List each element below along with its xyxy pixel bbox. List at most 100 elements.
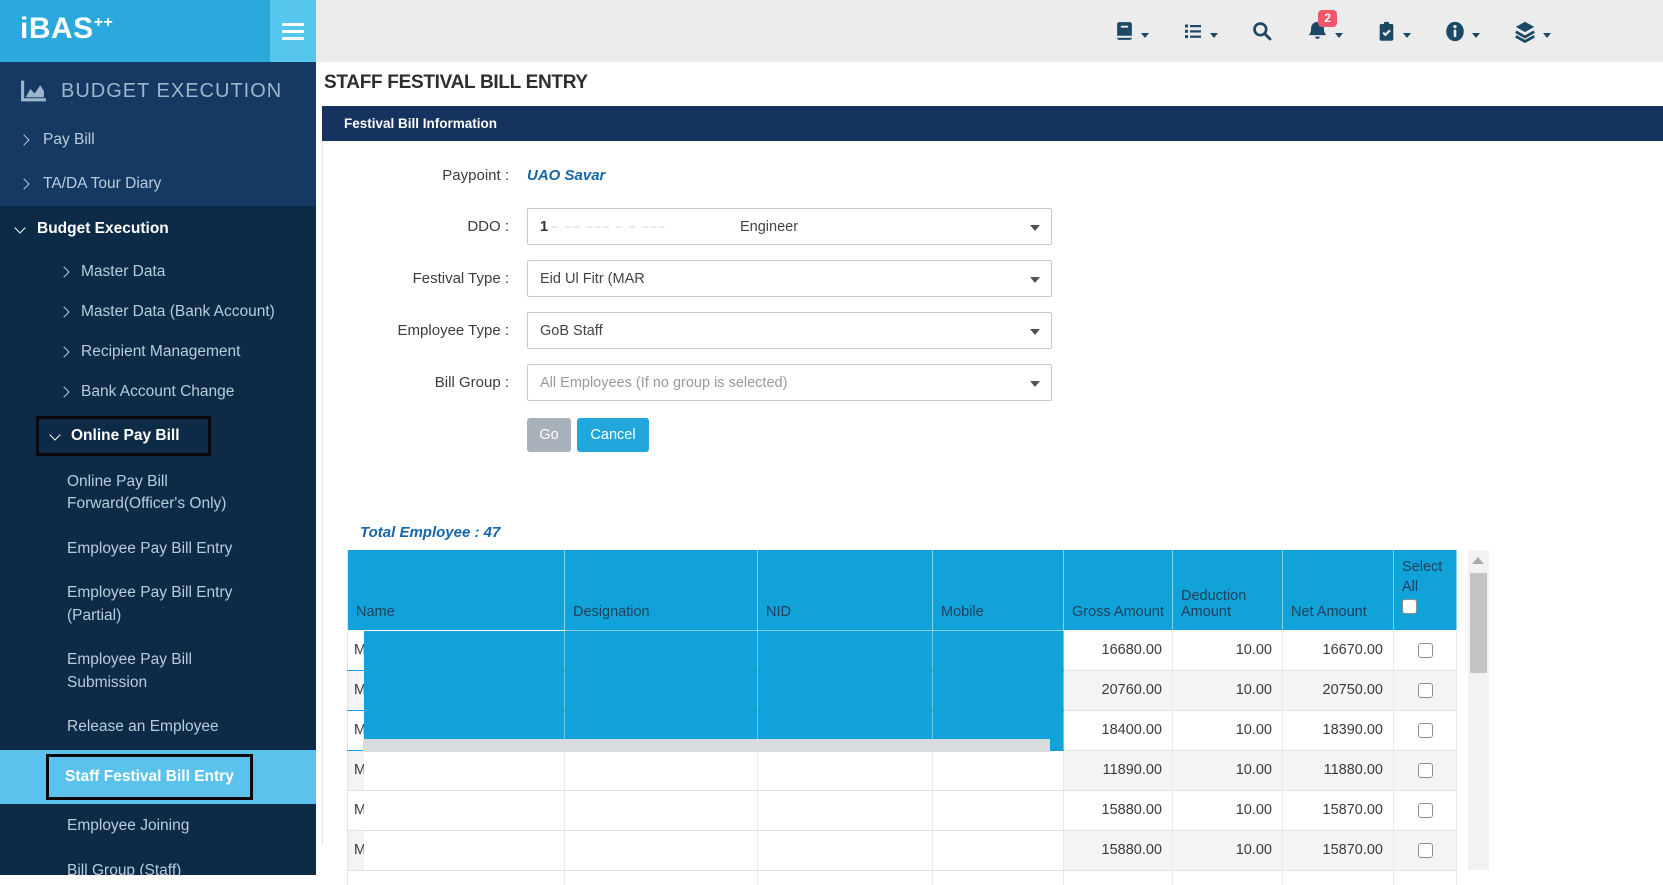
total-employee-label: Total Employee : 47 <box>360 524 500 541</box>
deduction-amount-cell: 10.00 <box>1173 830 1283 870</box>
redacted-cell <box>758 790 933 830</box>
chevron-down-icon <box>1030 381 1040 387</box>
scrollbar-thumb[interactable] <box>1470 573 1487 673</box>
row-select-checkbox[interactable] <box>1418 843 1433 858</box>
table-row: Mo 15880.00 10.00 15870.00 <box>348 790 1457 830</box>
table-scrollbar[interactable] <box>1468 550 1489 870</box>
paypoint-link[interactable]: UAO Savar <box>527 167 605 184</box>
panel-header: Festival Bill Information <box>322 106 1663 141</box>
sidebar-item-release-an-employee[interactable]: Release an Employee <box>0 705 316 749</box>
notifications-button[interactable]: 2 <box>1306 20 1343 43</box>
reports-menu-button[interactable] <box>1114 20 1149 42</box>
redacted-cell <box>565 830 758 870</box>
scroll-up-arrow-icon[interactable] <box>1472 557 1484 564</box>
chevron-down-icon <box>14 222 25 233</box>
sidebar-item-tada-tour-diary[interactable]: TA/DA Tour Diary <box>0 162 316 206</box>
deduction-amount-cell: 10.00 <box>1173 630 1283 670</box>
redaction-overlay <box>364 791 564 830</box>
notification-badge: 2 <box>1318 10 1337 27</box>
list-icon <box>1182 21 1204 41</box>
redacted-cell <box>933 750 1064 790</box>
sidebar: BUDGET EXECUTION Pay Bill TA/DA Tour Dia… <box>0 62 316 875</box>
net-amount-cell: 18390.00 <box>1283 710 1394 750</box>
row-select-checkbox[interactable] <box>1418 683 1433 698</box>
employee-type-label: Employee Type : <box>334 322 509 339</box>
info-icon <box>1444 20 1466 43</box>
clipboard-check-icon <box>1376 20 1397 43</box>
chevron-down-icon <box>1543 33 1551 38</box>
net-amount-cell: 16670.00 <box>1283 630 1394 670</box>
redacted-cell <box>565 630 758 670</box>
sidebar-item-master-data-bank-account[interactable]: Master Data (Bank Account) <box>0 292 316 332</box>
redacted-cell <box>933 670 1064 710</box>
chevron-right-icon <box>58 266 69 277</box>
deduction-amount-cell: 10.00 <box>1173 710 1283 750</box>
deduction-amount-cell: 10.00 <box>1173 670 1283 710</box>
redacted-cell <box>758 750 933 790</box>
sidebar-item-master-data[interactable]: Master Data <box>0 252 316 292</box>
layers-icon <box>1513 20 1537 43</box>
chevron-down-icon <box>1210 33 1218 38</box>
approvals-menu-button[interactable] <box>1376 20 1411 43</box>
column-header-select-all: Select All <box>1394 550 1457 630</box>
chevron-down-icon <box>1030 277 1040 283</box>
deduction-amount-cell: 10.00 <box>1173 750 1283 790</box>
sidebar-item-staff-festival-bill-entry[interactable]: Staff Festival Bill Entry <box>0 750 316 804</box>
column-header-designation: Designation <box>565 550 758 630</box>
modules-menu-button[interactable] <box>1513 20 1551 43</box>
column-header-nid: NID <box>758 550 933 630</box>
ddo-select[interactable]: 1 – –– ––– – – ––– Engineer <box>527 208 1052 245</box>
select-all-checkbox[interactable] <box>1402 599 1417 614</box>
info-menu-button[interactable] <box>1444 20 1480 43</box>
brand-area: iBAS++ <box>0 0 316 62</box>
redacted-cell <box>565 670 758 710</box>
sidebar-toggle-button[interactable] <box>270 0 316 62</box>
paypoint-label: Paypoint : <box>334 167 509 184</box>
sidebar-item-online-pay-bill[interactable]: Online Pay Bill <box>0 412 316 460</box>
ddo-designation: Engineer <box>740 219 798 235</box>
redaction-strip <box>363 739 1050 752</box>
net-amount-cell: 15870.00 <box>1283 830 1394 870</box>
sidebar-item-pay-bill[interactable]: Pay Bill <box>0 118 316 162</box>
sidebar-item-budget-execution[interactable]: Budget Execution <box>0 206 316 252</box>
sidebar-item-online-pay-bill-forward[interactable]: Online Pay Bill Forward(Officer's Only) <box>0 460 316 527</box>
ddo-row: DDO : 1 – –– ––– – – ––– Engineer <box>334 208 1052 245</box>
redacted-cell <box>933 790 1064 830</box>
chevron-right-icon <box>58 306 69 317</box>
bill-group-select[interactable]: All Employees (If no group is selected) <box>527 364 1052 401</box>
sidebar-item-recipient-management[interactable]: Recipient Management <box>0 332 316 372</box>
deduction-amount-cell: 10.00 <box>1173 790 1283 830</box>
sidebar-item-employee-pay-bill-submission[interactable]: Employee Pay Bill Submission <box>0 638 316 705</box>
festival-type-select[interactable]: Eid Ul Fitr (MAR <box>527 260 1052 297</box>
chevron-right-icon <box>58 386 69 397</box>
chevron-right-icon <box>58 346 69 357</box>
ddo-masked-code: – –– ––– – – ––– <box>552 221 667 233</box>
top-bar: 2 iB <box>0 0 1663 62</box>
employee-type-row: Employee Type : GoB Staff <box>334 312 1052 349</box>
table-row: Mo 16680.00 10.00 16670.00 <box>348 630 1457 670</box>
chart-icon <box>20 79 47 103</box>
net-amount-cell: 11880.00 <box>1283 750 1394 790</box>
task-list-menu-button[interactable] <box>1182 21 1218 41</box>
sidebar-item-employee-pay-bill-entry[interactable]: Employee Pay Bill Entry <box>0 527 316 571</box>
gross-amount-cell: 16680.00 <box>1064 630 1173 670</box>
row-select-checkbox[interactable] <box>1418 723 1433 738</box>
go-button[interactable]: Go <box>527 418 571 452</box>
employee-type-select[interactable]: GoB Staff <box>527 312 1052 349</box>
sidebar-item-employee-pay-bill-entry-partial[interactable]: Employee Pay Bill Entry (Partial) <box>0 571 316 638</box>
sidebar-item-employee-joining[interactable]: Employee Joining <box>0 804 316 848</box>
row-select-checkbox[interactable] <box>1418 643 1433 658</box>
sidebar-item-bank-account-change[interactable]: Bank Account Change <box>0 372 316 412</box>
cancel-button[interactable]: Cancel <box>577 418 649 452</box>
chevron-down-icon <box>49 429 60 440</box>
column-header-name: Name <box>348 550 565 630</box>
row-select-checkbox[interactable] <box>1418 763 1433 778</box>
hamburger-icon <box>282 23 304 26</box>
chevron-down-icon <box>1335 33 1343 38</box>
sidebar-item-bill-group-staff[interactable]: Bill Group (Staff) <box>0 849 316 875</box>
search-button[interactable] <box>1251 20 1273 42</box>
module-title: BUDGET EXECUTION <box>61 80 282 103</box>
row-select-checkbox[interactable] <box>1418 803 1433 818</box>
table-row: Mo 11890.00 10.00 11880.00 <box>348 750 1457 790</box>
net-amount-cell: 20750.00 <box>1283 670 1394 710</box>
